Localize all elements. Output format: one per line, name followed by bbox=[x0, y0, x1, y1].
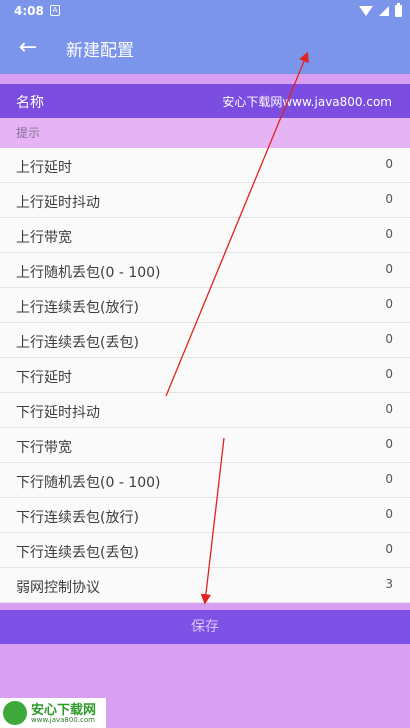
list-item-uplink-burst-drop[interactable]: 上行连续丢包(丢包) 0 bbox=[0, 323, 410, 358]
list-item-label: 上行延时 bbox=[16, 160, 72, 176]
list-item-value: 0 bbox=[385, 157, 393, 171]
list-item-downlink-delay[interactable]: 下行延时 0 bbox=[0, 358, 410, 393]
back-arrow-icon[interactable]: ← bbox=[12, 32, 44, 64]
list-item-value: 0 bbox=[385, 472, 393, 486]
list-item-downlink-bandwidth[interactable]: 下行带宽 0 bbox=[0, 428, 410, 463]
watermark-logo: 安心下载网 www.java800.com bbox=[0, 698, 106, 728]
list-item-label: 下行连续丢包(放行) bbox=[16, 510, 139, 526]
logo-icon bbox=[3, 701, 27, 725]
list-item-value: 0 bbox=[385, 542, 393, 556]
list-item-label: 下行随机丢包(0 - 100) bbox=[16, 475, 161, 491]
status-time: 4:08 bbox=[14, 4, 44, 18]
list-item-value: 0 bbox=[385, 297, 393, 311]
list-item-label: 下行延时抖动 bbox=[16, 405, 100, 421]
settings-list: 上行延时 0 上行延时抖动 0 上行带宽 0 上行随机丢包(0 - 100) 0… bbox=[0, 148, 410, 603]
list-item-uplink-burst-pass[interactable]: 上行连续丢包(放行) 0 bbox=[0, 288, 410, 323]
battery-icon bbox=[395, 3, 402, 17]
list-item-downlink-burst-pass[interactable]: 下行连续丢包(放行) 0 bbox=[0, 498, 410, 533]
list-item-label: 上行带宽 bbox=[16, 230, 72, 246]
list-item-downlink-jitter[interactable]: 下行延时抖动 0 bbox=[0, 393, 410, 428]
list-item-downlink-random-loss[interactable]: 下行随机丢包(0 - 100) 0 bbox=[0, 463, 410, 498]
name-field[interactable]: 名称 安心下载网www.java800.com bbox=[0, 84, 410, 118]
list-item-uplink-jitter[interactable]: 上行延时抖动 0 bbox=[0, 183, 410, 218]
hint-text: 提示 bbox=[16, 126, 41, 140]
notification-icon: A bbox=[50, 5, 60, 16]
page-title: 新建配置 bbox=[66, 41, 134, 61]
name-value[interactable]: 安心下载网www.java800.com bbox=[222, 93, 392, 110]
list-item-value: 0 bbox=[385, 437, 393, 451]
list-item-value: 3 bbox=[385, 577, 393, 591]
list-item-label: 弱网控制协议 bbox=[16, 580, 100, 596]
list-item-value: 0 bbox=[385, 332, 393, 346]
list-item-value: 0 bbox=[385, 402, 393, 416]
list-item-downlink-burst-drop[interactable]: 下行连续丢包(丢包) 0 bbox=[0, 533, 410, 568]
list-item-uplink-random-loss[interactable]: 上行随机丢包(0 - 100) 0 bbox=[0, 253, 410, 288]
status-bar: 4:08 A bbox=[0, 0, 410, 22]
save-button[interactable]: 保存 bbox=[0, 610, 410, 644]
list-item-value: 0 bbox=[385, 507, 393, 521]
list-item-uplink-delay[interactable]: 上行延时 0 bbox=[0, 148, 410, 183]
watermark-url: www.java800.com bbox=[31, 716, 95, 724]
list-item-label: 下行延时 bbox=[16, 370, 72, 386]
list-item-label: 上行延时抖动 bbox=[16, 195, 100, 211]
list-item-value: 0 bbox=[385, 367, 393, 381]
wifi-icon bbox=[359, 6, 373, 16]
list-item-label: 上行随机丢包(0 - 100) bbox=[16, 265, 161, 281]
list-item-value: 0 bbox=[385, 262, 393, 276]
list-item-label: 下行带宽 bbox=[16, 440, 72, 456]
app-bar: ← 新建配置 bbox=[0, 22, 410, 74]
status-icons bbox=[359, 3, 402, 19]
list-item-value: 0 bbox=[385, 227, 393, 241]
list-item-protocol[interactable]: 弱网控制协议 3 bbox=[0, 568, 410, 603]
list-item-label: 上行连续丢包(放行) bbox=[16, 300, 139, 316]
list-item-label: 下行连续丢包(丢包) bbox=[16, 545, 139, 561]
name-label: 名称 bbox=[16, 95, 44, 111]
list-item-value: 0 bbox=[385, 192, 393, 206]
signal-icon bbox=[379, 6, 389, 16]
hint-row: 提示 bbox=[0, 118, 410, 148]
list-item-uplink-bandwidth[interactable]: 上行带宽 0 bbox=[0, 218, 410, 253]
list-item-label: 上行连续丢包(丢包) bbox=[16, 335, 139, 351]
